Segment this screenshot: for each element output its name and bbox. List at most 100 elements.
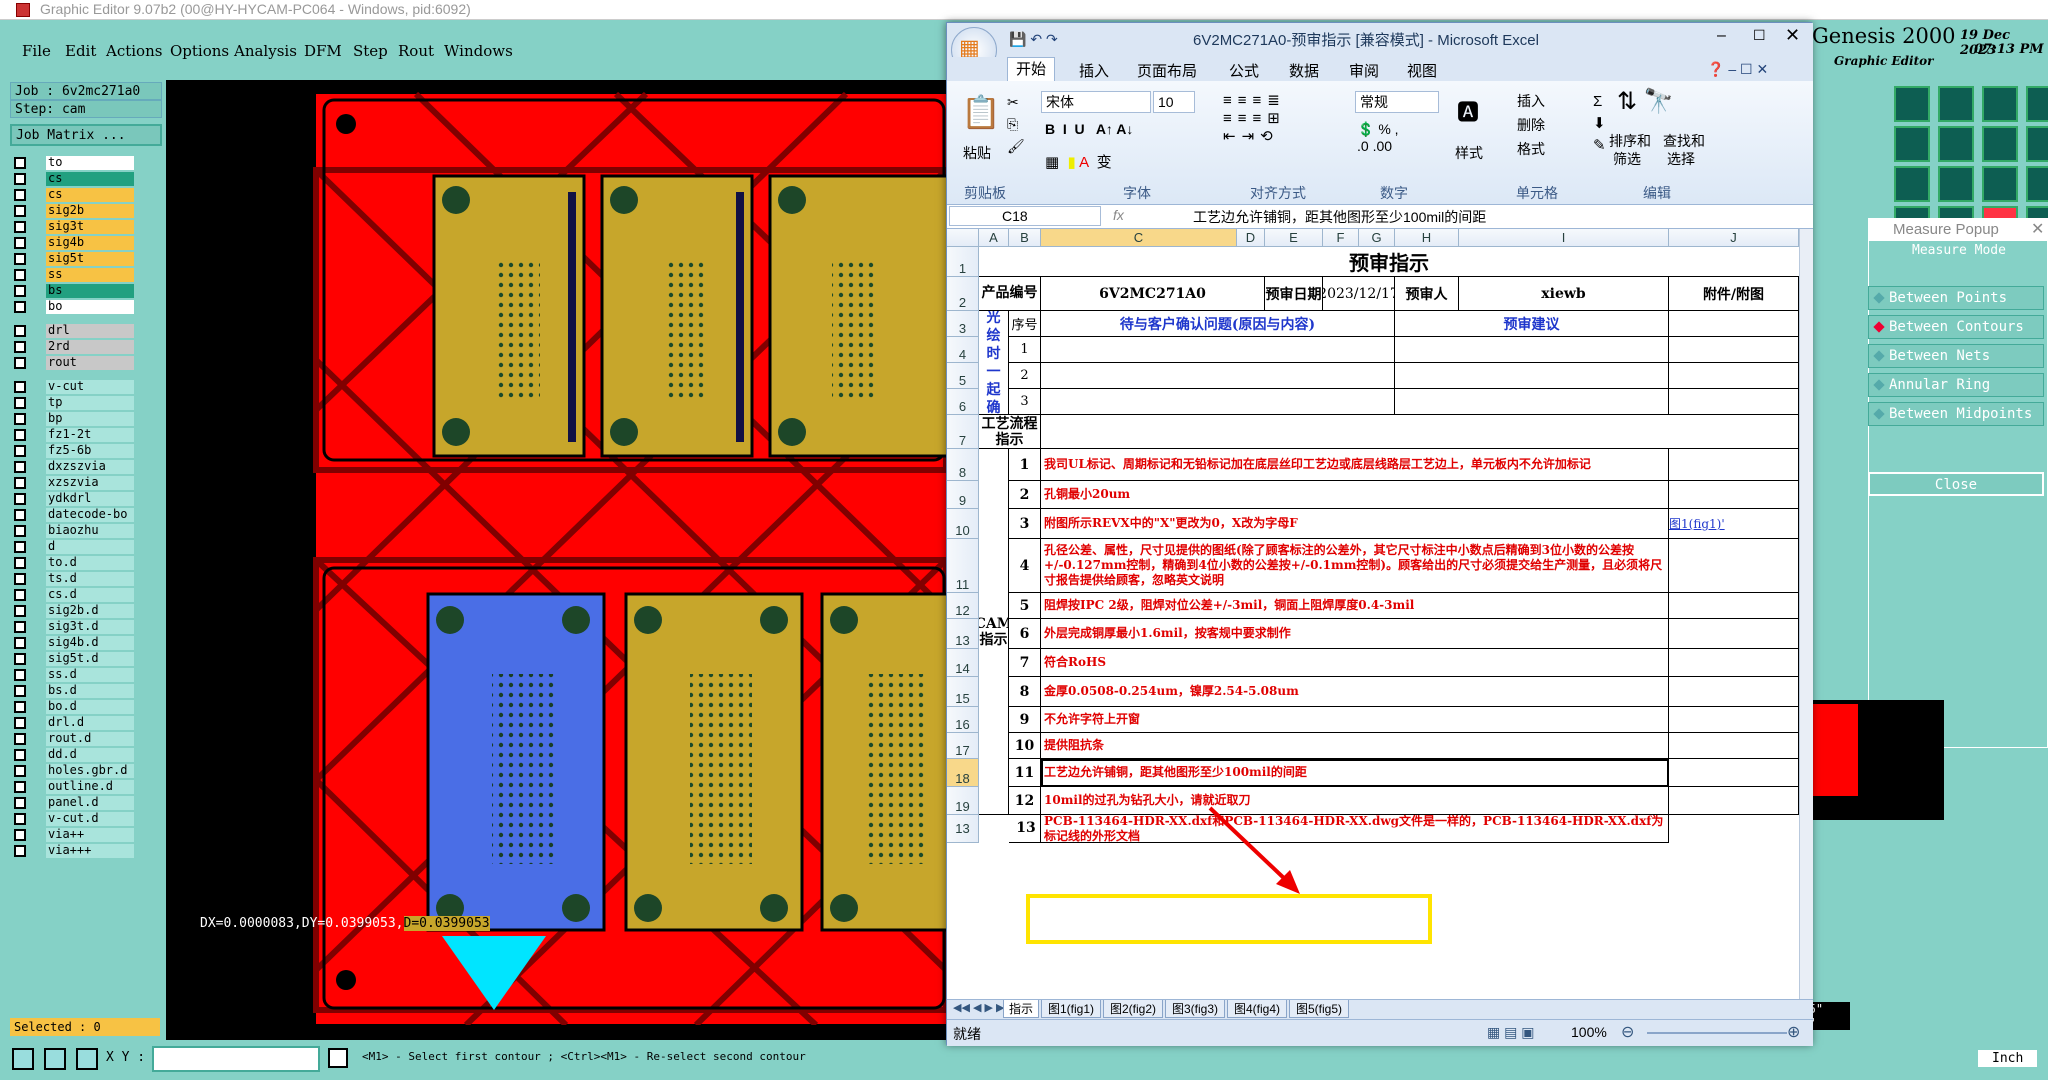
toolbar-button-icon[interactable] [1894,126,1930,162]
layer-visibility-checkbox[interactable] [14,685,26,697]
paste-icon[interactable]: 📋 [961,93,1001,131]
column-header[interactable]: F [1323,229,1359,247]
column-header[interactable]: I [1459,229,1669,247]
style-label[interactable]: 样式 [1455,143,1483,163]
sheet-tab[interactable]: 指示 [1003,1000,1039,1018]
row-header[interactable]: 8 [947,449,979,481]
layer-visibility-checkbox[interactable] [14,525,26,537]
paste-label[interactable]: 粘贴 [963,143,991,163]
layer-visibility-checkbox[interactable] [14,253,26,265]
zoom-slider[interactable] [1647,1032,1787,1034]
row-header[interactable]: 17 [947,733,979,759]
row-header[interactable]: 3 [947,311,979,337]
layer-visibility-checkbox[interactable] [14,477,26,489]
layer-row[interactable]: datecode-bo [14,508,134,522]
layer-row[interactable]: to [14,156,134,170]
layer-row[interactable]: drl.d [14,716,134,730]
layer-row[interactable]: sig2b [14,204,134,218]
layer-visibility-checkbox[interactable] [14,845,26,857]
help-icon[interactable]: ❓ – ☐ ✕ [1707,61,1768,78]
column-header[interactable]: C [1041,229,1237,247]
layer-visibility-checkbox[interactable] [14,325,26,337]
xy-input[interactable] [152,1046,320,1072]
row-header[interactable]: 6 [947,389,979,415]
zoom-tool-icon[interactable] [12,1048,34,1070]
pan-tool-icon[interactable] [44,1048,66,1070]
vertical-scrollbar[interactable] [1799,229,1813,999]
border-fill-color-icon[interactable]: ▦ ▮ A 变 [1045,151,1112,172]
measure-mode-between-midpoints[interactable]: Between Midpoints [1868,402,2044,426]
column-header[interactable]: D [1237,229,1265,247]
tab-data[interactable]: 数据 [1289,60,1319,81]
layer-row[interactable]: tp [14,396,134,410]
tab-formulas[interactable]: 公式 [1229,60,1259,81]
layer-row[interactable]: bp [14,412,134,426]
layer-visibility-checkbox[interactable] [14,413,26,425]
quick-save-icon[interactable]: 💾 ↶ ↷ [1009,31,1058,48]
job-matrix-button[interactable]: Job Matrix ... [10,124,162,146]
layer-row[interactable]: ts.d [14,572,134,586]
layer-visibility-checkbox[interactable] [14,541,26,553]
layer-row[interactable]: outline.d [14,780,134,794]
sort-filter-icon[interactable]: ⇅ 🔭 [1617,87,1674,116]
select-label[interactable]: 选择 [1667,149,1695,169]
layer-visibility-checkbox[interactable] [14,717,26,729]
column-header[interactable]: G [1359,229,1395,247]
clipboard-tools-icon[interactable]: ✂ ⎘ 🖌 [1007,91,1025,157]
zoom-out-icon[interactable]: ⊖ [1621,1022,1634,1042]
layer-row[interactable]: sig2b.d [14,604,134,618]
layer-row[interactable]: drl [14,324,134,338]
layer-row[interactable]: to.d [14,556,134,570]
close-icon[interactable]: ✕ [2031,219,2044,239]
grid-tool-icon[interactable] [76,1048,98,1070]
layer-row[interactable]: rout.d [14,732,134,746]
layer-row[interactable]: sig3t.d [14,620,134,634]
row-header[interactable]: 15 [947,677,979,707]
layer-visibility-checkbox[interactable] [14,269,26,281]
sheet-tab[interactable]: 图2(fig2) [1103,1000,1163,1018]
layer-row[interactable]: d [14,540,134,554]
layer-row[interactable]: sig3t [14,220,134,234]
sheet-tab[interactable]: 图5(fig5) [1289,1000,1349,1018]
layer-visibility-checkbox[interactable] [14,733,26,745]
layer-row[interactable]: fz1-2t [14,428,134,442]
menu-dfm[interactable]: DFM [304,42,342,60]
row-header[interactable]: 4 [947,337,979,363]
layer-row[interactable]: rout [14,356,134,370]
layer-visibility-checkbox[interactable] [14,205,26,217]
menu-windows[interactable]: Windows [444,42,513,60]
layer-visibility-checkbox[interactable] [14,381,26,393]
menu-actions[interactable]: Actions [106,42,162,60]
graphic-canvas[interactable]: DX=0.0000083,DY=0.0399053,D=0.0399053 [166,80,948,1025]
layer-row[interactable]: bo [14,300,134,314]
number-icons[interactable]: 💲 % , .0 .00 [1357,121,1399,154]
layer-visibility-checkbox[interactable] [14,653,26,665]
layer-visibility-checkbox[interactable] [14,221,26,233]
menu-rout[interactable]: Rout [398,42,434,60]
layer-row[interactable]: v-cut [14,380,134,394]
formula-input[interactable]: 工艺边允许铺铜，距其他图形至少100mil的间距 [1193,207,1486,227]
row-header[interactable]: 12 [947,593,979,619]
layer-row[interactable]: xzszvia [14,476,134,490]
insert-cells-button[interactable]: 插入 [1517,91,1545,111]
layer-visibility-checkbox[interactable] [14,357,26,369]
layer-row[interactable]: bs.d [14,684,134,698]
format-cells-button[interactable]: 格式 [1517,139,1545,159]
layer-visibility-checkbox[interactable] [14,493,26,505]
layer-row[interactable]: v-cut.d [14,812,134,826]
menu-file[interactable]: File [22,42,51,60]
layer-visibility-checkbox[interactable] [14,605,26,617]
row-header[interactable]: 7 [947,415,979,449]
toolbar-button-icon[interactable] [1982,86,2018,122]
view-buttons-icon[interactable]: ▦ ▤ ▣ [1487,1024,1534,1041]
layer-visibility-checkbox[interactable] [14,429,26,441]
toolbar-button-icon[interactable] [1982,166,2018,202]
layer-visibility-checkbox[interactable] [14,301,26,313]
row-header[interactable]: 9 [947,481,979,509]
toolbar-button-icon[interactable] [2026,86,2048,122]
layer-visibility-checkbox[interactable] [14,797,26,809]
layer-row[interactable]: panel.d [14,796,134,810]
editing-icons[interactable]: Σ ⬇ ✎ [1593,91,1606,157]
row-header[interactable]: 18 [947,759,979,787]
layer-row[interactable]: sig4b [14,236,134,250]
